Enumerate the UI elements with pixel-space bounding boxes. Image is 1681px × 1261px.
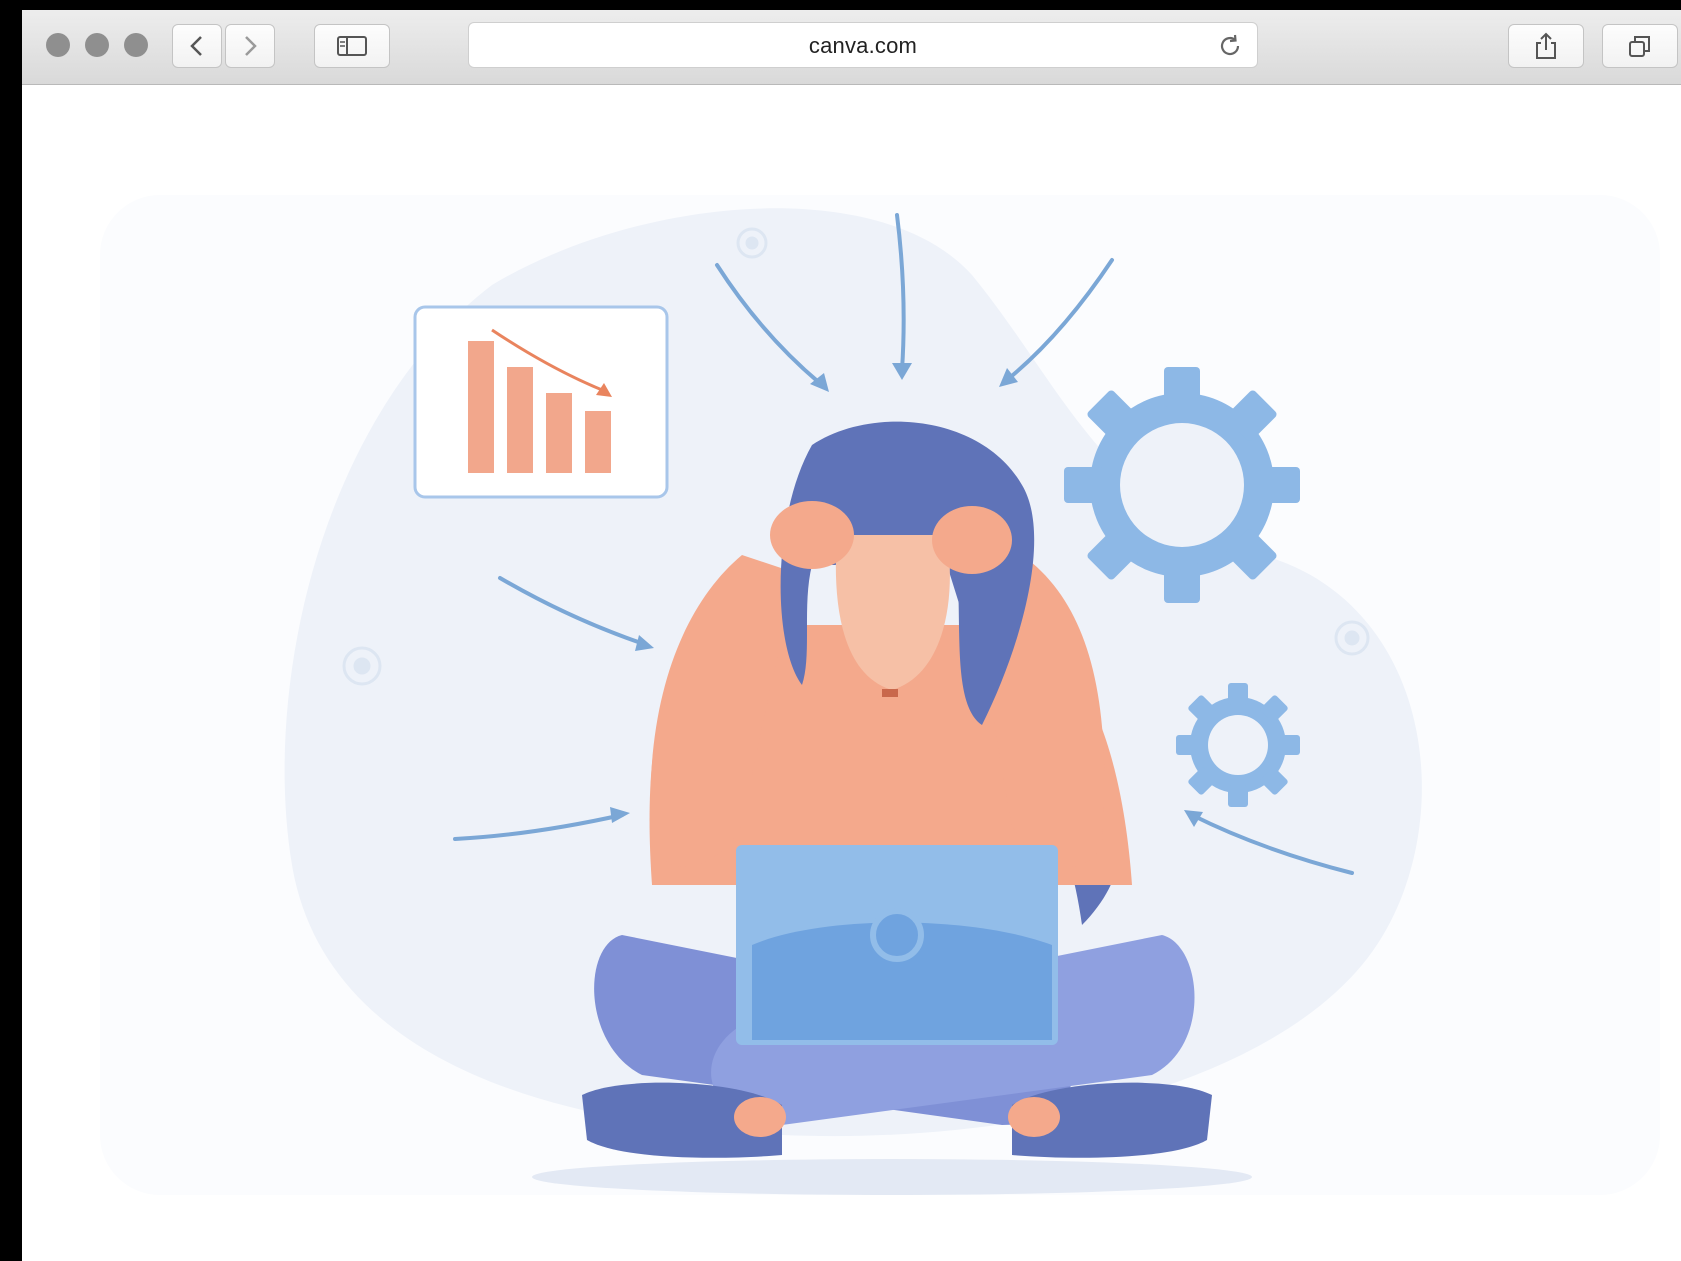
ground-shadow: [532, 1159, 1252, 1195]
sidebar-icon: [337, 36, 367, 56]
url-text: canva.com: [808, 33, 918, 58]
forward-button[interactable]: [225, 24, 275, 68]
browser-window: canva.com: [22, 10, 1681, 1261]
minimize-window-button[interactable]: [85, 33, 109, 57]
back-button[interactable]: [172, 24, 222, 68]
chevron-right-icon: [245, 36, 257, 56]
sidebar-button[interactable]: [314, 24, 390, 68]
chevron-left-icon: [190, 36, 202, 56]
tabs-overview-button[interactable]: [1602, 24, 1678, 68]
zoom-window-button[interactable]: [124, 33, 148, 57]
tabs-icon: [1629, 36, 1650, 57]
reload-icon[interactable]: [1217, 33, 1243, 59]
share-icon: [1536, 32, 1556, 59]
stressed-person-illustration: [100, 195, 1660, 1195]
browser-toolbar: canva.com: [22, 10, 1681, 85]
declining-bar-chart-icon: [413, 305, 669, 499]
page-content: [22, 85, 1681, 1261]
address-bar[interactable]: canva.com: [468, 22, 1258, 68]
share-button[interactable]: [1508, 24, 1584, 68]
close-window-button[interactable]: [46, 33, 70, 57]
